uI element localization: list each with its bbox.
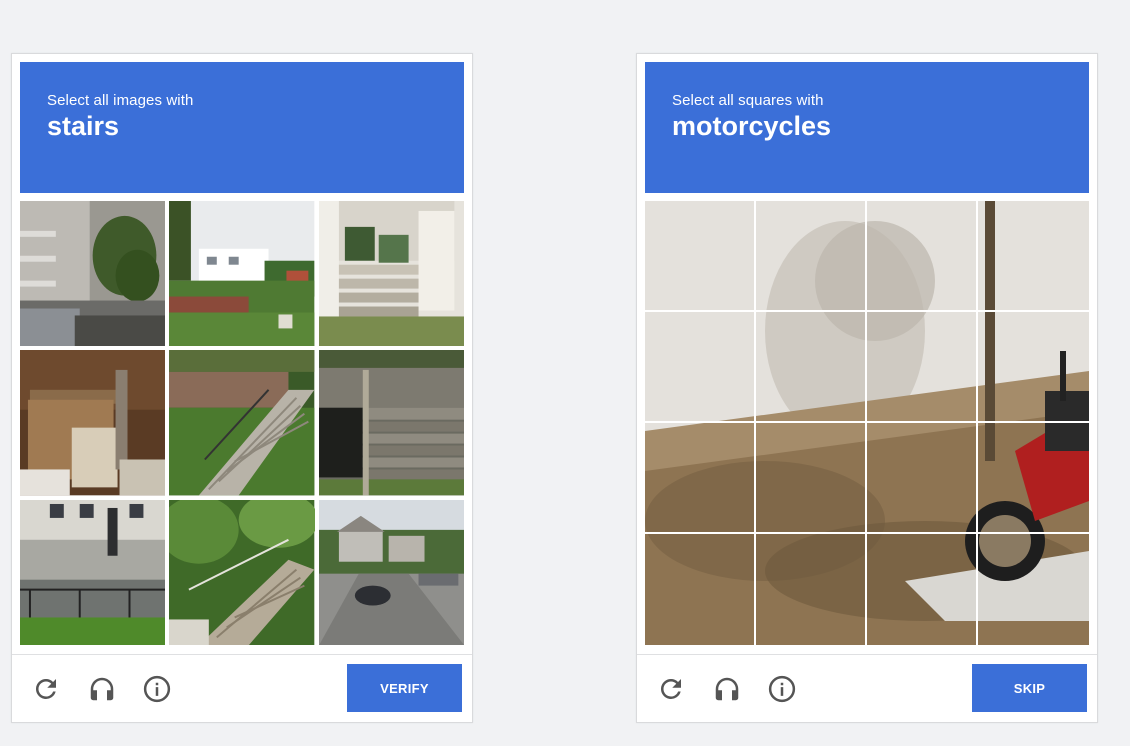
image-tile-porch-with-steps[interactable] <box>318 201 464 347</box>
verify-button[interactable]: VERIFY <box>347 664 462 712</box>
grid-square[interactable] <box>645 534 756 645</box>
image-tile-street-with-pedestrian[interactable] <box>20 499 166 645</box>
grid-square[interactable] <box>867 534 978 645</box>
grid-square[interactable] <box>978 423 1089 534</box>
captcha-widget-stairs: Select all images with stairs VERIFY <box>11 53 473 723</box>
grid-square[interactable] <box>645 312 756 423</box>
grid-square[interactable] <box>867 423 978 534</box>
challenge-keyword: motorcycles <box>672 111 832 141</box>
grid-square[interactable] <box>867 201 978 312</box>
image-tile-stairs-on-hillside[interactable] <box>169 350 315 496</box>
image-tile-suburban-road-with-car[interactable] <box>318 499 464 645</box>
challenge-header: Select all images with stairs <box>20 62 464 193</box>
headphones-icon[interactable] <box>712 674 742 704</box>
info-icon[interactable] <box>142 674 172 704</box>
headphones-icon[interactable] <box>87 674 117 704</box>
grid-square[interactable] <box>756 312 867 423</box>
grid-square[interactable] <box>756 534 867 645</box>
challenge-keyword: stairs <box>47 111 120 141</box>
challenge-footer: VERIFY <box>12 655 472 723</box>
image-tile-building-with-tree[interactable] <box>20 201 166 347</box>
grid-square[interactable] <box>645 201 756 312</box>
grid-square[interactable] <box>867 312 978 423</box>
image-tile-overgrown-stairs[interactable] <box>169 499 315 645</box>
grid-square[interactable] <box>978 312 1089 423</box>
image-grid <box>20 201 464 645</box>
grid-square[interactable] <box>756 201 867 312</box>
image-tile-house-with-hedge[interactable] <box>169 201 315 347</box>
challenge-header: Select all squares with motorcycles <box>645 62 1089 193</box>
reload-icon[interactable] <box>656 674 686 704</box>
skip-button[interactable]: SKIP <box>972 664 1087 712</box>
square-cells <box>645 201 1089 645</box>
grid-square[interactable] <box>978 534 1089 645</box>
info-icon[interactable] <box>767 674 797 704</box>
challenge-prompt: Select all images with <box>47 92 194 109</box>
captcha-widget-motorcycles: Select all squares with motorcycles SKIP <box>636 53 1098 723</box>
grid-square[interactable] <box>978 201 1089 312</box>
challenge-footer: SKIP <box>637 655 1097 723</box>
grid-square[interactable] <box>645 423 756 534</box>
reload-icon[interactable] <box>31 674 61 704</box>
grid-square[interactable] <box>756 423 867 534</box>
square-grid <box>645 201 1089 645</box>
image-tile-concrete-stairs[interactable] <box>318 350 464 496</box>
challenge-prompt: Select all squares with <box>672 92 824 109</box>
image-tile-wooden-crates[interactable] <box>20 350 166 496</box>
